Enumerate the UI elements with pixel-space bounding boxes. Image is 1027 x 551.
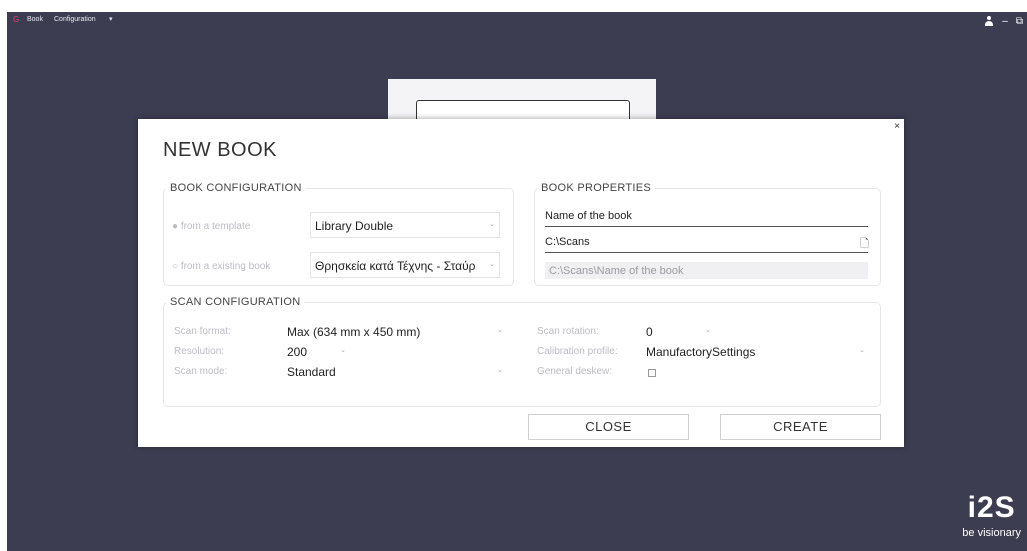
scan-format-label: Scan format: (174, 326, 231, 337)
radio-from-template-label: from a template (180, 221, 251, 232)
brand-logo: i2S be visionary (962, 491, 1021, 540)
chevron-down-icon: ⌄ (497, 327, 503, 334)
dialog-title: NEW BOOK (163, 139, 278, 161)
scan-path-input[interactable]: C:\Scans (545, 236, 868, 253)
existing-book-value: Θρησκεία κατά Τέχνης - Σταύρ (315, 259, 476, 273)
close-button[interactable]: CLOSE (528, 414, 689, 440)
chevron-down-icon: ⌄ (859, 347, 865, 354)
scan-rotation-label: Scan rotation: (537, 326, 599, 337)
menu-configuration[interactable]: Configuration (54, 16, 96, 23)
scan-mode-value: Standard (287, 365, 336, 379)
close-icon[interactable]: × (894, 121, 900, 132)
calibration-profile-label: Calibration profile: (537, 346, 618, 357)
minimize-button[interactable]: – (1002, 16, 1008, 27)
scan-mode-label: Scan mode: (174, 366, 228, 377)
radio-from-template[interactable]: ● from a template (172, 221, 250, 232)
chevron-down-icon: ⌄ (497, 367, 503, 374)
calibration-profile-select[interactable]: ManufactorySettings ⌄ (643, 343, 869, 361)
full-path-field: C:\Scans\Name of the book (545, 262, 868, 279)
scan-configuration-legend: SCAN CONFIGURATION (170, 296, 301, 308)
template-select[interactable]: Library Double ⌄ (310, 212, 500, 238)
restore-button[interactable]: ⧉ (1016, 16, 1023, 27)
brand-tagline: be visionary (962, 527, 1021, 539)
chevron-down-icon: ⌄ (489, 221, 495, 228)
create-button[interactable]: CREATE (720, 414, 881, 440)
general-deskew-checkbox[interactable] (648, 369, 656, 377)
scan-format-select[interactable]: Max (634 mm x 450 mm) ⌄ (284, 323, 507, 341)
chevron-down-icon: ⌄ (489, 261, 495, 268)
resolution-value: 200 (287, 345, 308, 359)
book-configuration-group: BOOK CONFIGURATION ● from a template Lib… (163, 182, 514, 286)
chevron-down-icon: ⌄ (340, 347, 346, 354)
menu-chevron-icon[interactable]: ▾ (109, 15, 113, 23)
menu-book[interactable]: Book (27, 16, 43, 23)
resolution-label: Resolution: (174, 346, 225, 357)
template-select-value: Library Double (315, 219, 394, 233)
resolution-select[interactable]: 200 ⌄ (284, 343, 350, 361)
radio-from-existing-label: from a existing book (180, 261, 271, 272)
title-bar: G Book Configuration ▾ – ⧉ (7, 12, 1027, 30)
scan-mode-select[interactable]: Standard ⌄ (284, 363, 507, 381)
book-name-input[interactable]: Name of the book (545, 210, 868, 227)
app-logo-icon: G (13, 15, 20, 24)
scan-rotation-select[interactable]: 0 ⌄ (643, 323, 715, 341)
i2s-logo-icon: i2S (967, 491, 1016, 524)
scan-rotation-value: 0 (646, 325, 653, 339)
radio-from-existing[interactable]: ○ from a existing book (172, 261, 270, 272)
existing-book-select[interactable]: Θρησκεία κατά Τέχνης - Σταύρ ⌄ (310, 252, 500, 278)
scan-format-value: Max (634 mm x 450 mm) (287, 325, 421, 339)
book-properties-group: BOOK PROPERTIES Name of the book C:\Scan… (534, 182, 881, 286)
book-configuration-legend: BOOK CONFIGURATION (170, 182, 302, 194)
book-properties-legend: BOOK PROPERTIES (541, 182, 652, 194)
scan-configuration-group: SCAN CONFIGURATION Scan format: Max (634… (163, 296, 881, 407)
calibration-profile-value: ManufactorySettings (646, 345, 756, 359)
folder-browse-icon[interactable]: 🗋 (860, 235, 869, 254)
general-deskew-label: General deskew: (537, 366, 613, 377)
user-icon[interactable] (984, 16, 994, 26)
chevron-down-icon: ⌄ (705, 327, 711, 334)
new-book-dialog: × NEW BOOK BOOK CONFIGURATION ● from a t… (138, 119, 904, 447)
